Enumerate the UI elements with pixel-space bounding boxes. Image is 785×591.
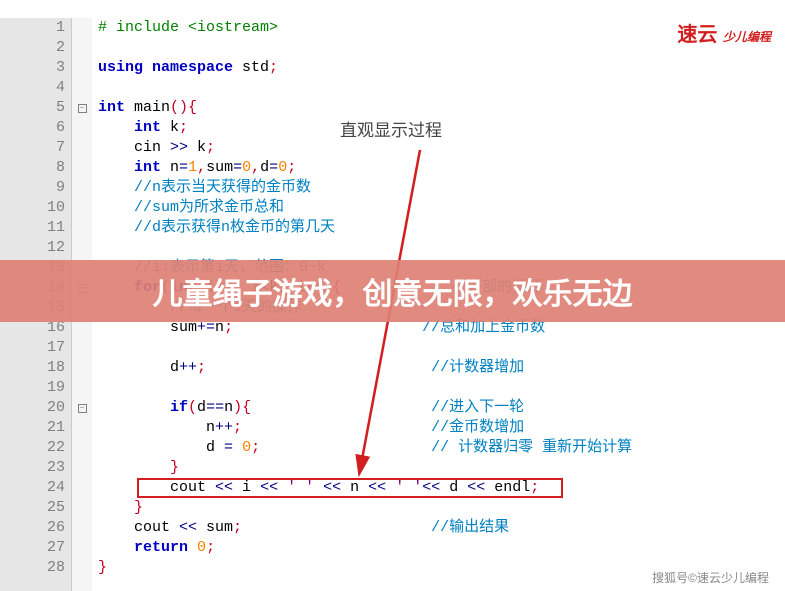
fold-slot — [72, 138, 92, 158]
fold-slot — [72, 418, 92, 438]
watermark: 搜狐号©速云少儿编程 — [648, 568, 773, 587]
code-line[interactable]: //sum为所求金币总和 — [98, 198, 785, 218]
fold-slot — [72, 238, 92, 258]
fold-slot — [72, 538, 92, 558]
fold-slot — [72, 18, 92, 38]
fold-slot — [72, 198, 92, 218]
fold-slot — [72, 458, 92, 478]
code-line[interactable]: cout << sum; //输出结果 — [98, 518, 785, 538]
code-line[interactable]: return 0; — [98, 538, 785, 558]
fold-slot — [72, 478, 92, 498]
logo-sub: 少儿编程 — [723, 30, 771, 44]
line-number: 24 — [0, 478, 65, 498]
code-line[interactable]: //d表示获得n枚金币的第几天 — [98, 218, 785, 238]
overlay-banner: 儿童绳子游戏，创意无限，欢乐无边 — [0, 260, 785, 322]
code-line[interactable]: cout << i << ' ' << n << ' '<< d << endl… — [98, 478, 785, 498]
code-line[interactable]: int main(){ — [98, 98, 785, 118]
annotation-label: 直观显示过程 — [340, 116, 442, 141]
line-number: 26 — [0, 518, 65, 538]
line-number: 20 — [0, 398, 65, 418]
fold-slot — [72, 358, 92, 378]
line-number: 19 — [0, 378, 65, 398]
line-number: 3 — [0, 58, 65, 78]
line-number: 7 — [0, 138, 65, 158]
line-number: 18 — [0, 358, 65, 378]
line-number: 28 — [0, 558, 65, 578]
code-line[interactable]: n++; //金币数增加 — [98, 418, 785, 438]
fold-slot — [72, 178, 92, 198]
line-number: 1 — [0, 18, 65, 38]
line-number: 23 — [0, 458, 65, 478]
code-line[interactable]: cin >> k; — [98, 138, 785, 158]
fold-slot — [72, 338, 92, 358]
fold-slot — [72, 78, 92, 98]
code-line[interactable] — [98, 78, 785, 98]
code-line[interactable]: using namespace std; — [98, 58, 785, 78]
line-number: 2 — [0, 38, 65, 58]
code-line[interactable]: d = 0; // 计数器归零 重新开始计算 — [98, 438, 785, 458]
code-line[interactable]: int n=1,sum=0,d=0; — [98, 158, 785, 178]
fold-slot — [72, 38, 92, 58]
fold-slot — [72, 438, 92, 458]
line-number: 10 — [0, 198, 65, 218]
code-line[interactable] — [98, 338, 785, 358]
line-number: 11 — [0, 218, 65, 238]
line-number: 22 — [0, 438, 65, 458]
fold-slot — [72, 498, 92, 518]
fold-slot — [72, 558, 92, 578]
code-line[interactable]: //n表示当天获得的金币数 — [98, 178, 785, 198]
fold-slot — [72, 158, 92, 178]
fold-slot — [72, 118, 92, 138]
line-number: 27 — [0, 538, 65, 558]
code-line[interactable] — [98, 238, 785, 258]
line-number: 21 — [0, 418, 65, 438]
line-number: 4 — [0, 78, 65, 98]
line-number: 5 — [0, 98, 65, 118]
line-number: 9 — [0, 178, 65, 198]
fold-slot — [72, 218, 92, 238]
code-line[interactable]: } — [98, 458, 785, 478]
fold-toggle-icon[interactable]: − — [78, 404, 87, 413]
line-number: 17 — [0, 338, 65, 358]
logo-main: 速云 — [677, 24, 717, 46]
code-line[interactable]: if(d==n){ //进入下一轮 — [98, 398, 785, 418]
fold-slot: − — [72, 398, 92, 418]
fold-slot — [72, 518, 92, 538]
line-number: 12 — [0, 238, 65, 258]
code-line[interactable]: d++; //计数器增加 — [98, 358, 785, 378]
fold-slot: − — [72, 98, 92, 118]
line-number: 6 — [0, 118, 65, 138]
fold-slot — [72, 58, 92, 78]
code-line[interactable] — [98, 378, 785, 398]
brand-logo: 速云 少儿编程 — [677, 18, 771, 47]
banner-text: 儿童绳子游戏，创意无限，欢乐无边 — [153, 269, 633, 313]
line-number: 25 — [0, 498, 65, 518]
fold-toggle-icon[interactable]: − — [78, 104, 87, 113]
fold-slot — [72, 378, 92, 398]
code-line[interactable]: } — [98, 498, 785, 518]
line-number: 8 — [0, 158, 65, 178]
